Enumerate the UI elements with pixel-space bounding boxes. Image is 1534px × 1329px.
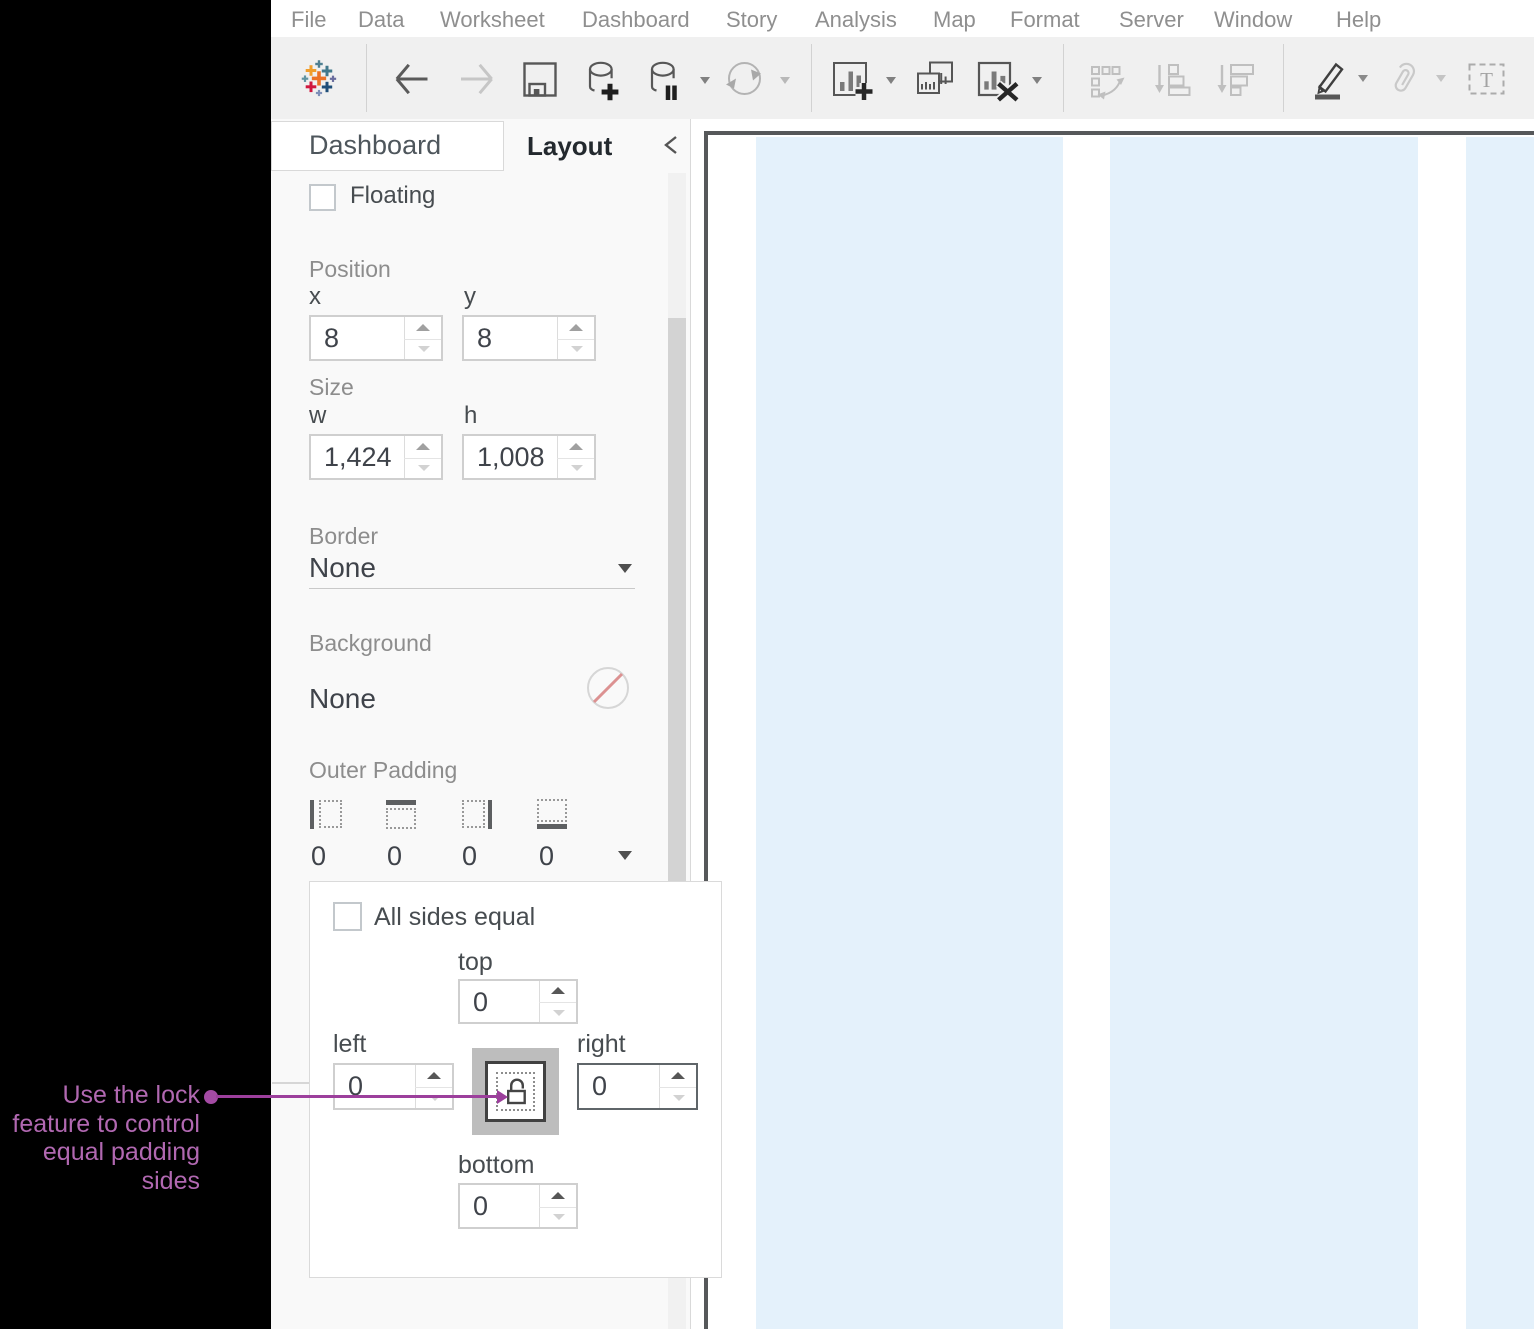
svg-text:T: T — [1480, 68, 1493, 92]
